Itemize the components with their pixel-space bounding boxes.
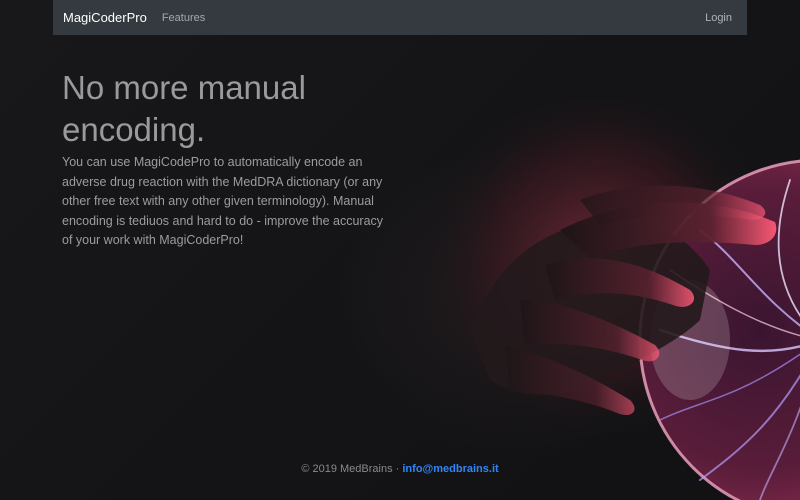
- page-footer: © 2019 MedBrains · info@medbrains.it: [0, 463, 800, 475]
- footer-email-link[interactable]: info@medbrains.it: [402, 463, 498, 475]
- landing-page: MagiCoderPro Features Login No more manu…: [0, 0, 800, 500]
- hero-lead-text: You can use MagiCodePro to automatically…: [62, 155, 384, 247]
- hero-title: No more manual encoding.: [62, 69, 306, 148]
- login-link[interactable]: Login: [705, 12, 732, 24]
- footer-copyright: © 2019 MedBrains: [301, 463, 393, 475]
- top-navbar: MagiCoderPro Features Login: [53, 0, 747, 35]
- nav-link-features[interactable]: Features: [162, 12, 205, 24]
- footer-separator: ·: [392, 463, 403, 475]
- brand-logo-link[interactable]: MagiCoderPro: [63, 10, 147, 25]
